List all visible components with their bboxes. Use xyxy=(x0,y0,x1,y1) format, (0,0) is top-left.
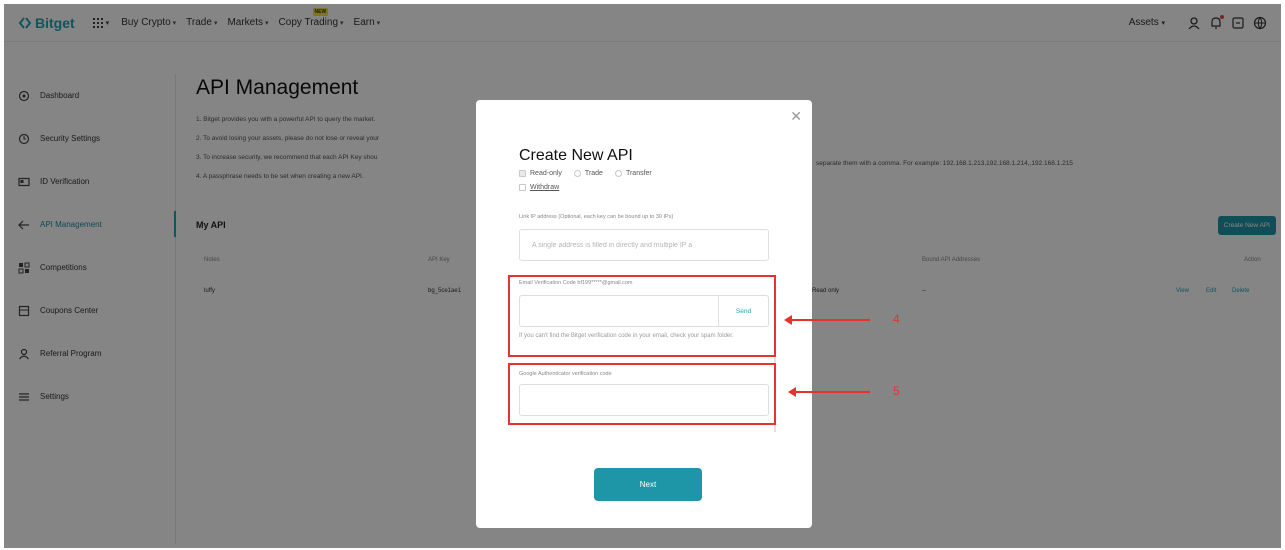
permission-label: Withdraw xyxy=(530,184,560,191)
permission-label: Trade xyxy=(584,170,603,177)
close-icon[interactable]: ✕ xyxy=(790,108,802,125)
permission-trade[interactable]: Trade xyxy=(573,170,603,177)
permission-label: Transfer xyxy=(625,170,652,177)
permission-options: Read-only Trade Transfer xyxy=(519,170,664,177)
annotation-arrow-email xyxy=(784,315,870,325)
ip-address-label: Link IP address (Optional, each key can … xyxy=(519,214,674,220)
permission-transfer[interactable]: Transfer xyxy=(614,170,652,177)
checkbox[interactable] xyxy=(573,170,581,177)
permission-read-only[interactable]: Read-only xyxy=(519,170,562,177)
ip-address-field xyxy=(519,229,769,261)
permission-options-row2: Withdraw xyxy=(519,184,571,191)
checkbox[interactable] xyxy=(614,170,622,177)
annotation-step-4: 4 xyxy=(893,312,900,326)
permission-label: Read-only xyxy=(530,170,562,177)
annotation-box-google xyxy=(508,363,776,425)
annotation-step-5: 5 xyxy=(893,384,900,398)
annotation-arrow-google xyxy=(788,387,870,397)
checkbox[interactable] xyxy=(519,184,526,191)
modal-title: Create New API xyxy=(519,147,633,164)
next-button[interactable]: Next xyxy=(594,468,702,501)
permission-withdraw[interactable]: Withdraw xyxy=(519,184,559,191)
ip-address-input[interactable] xyxy=(520,230,768,260)
checkbox[interactable] xyxy=(519,170,526,177)
annotation-box-email xyxy=(508,275,776,357)
